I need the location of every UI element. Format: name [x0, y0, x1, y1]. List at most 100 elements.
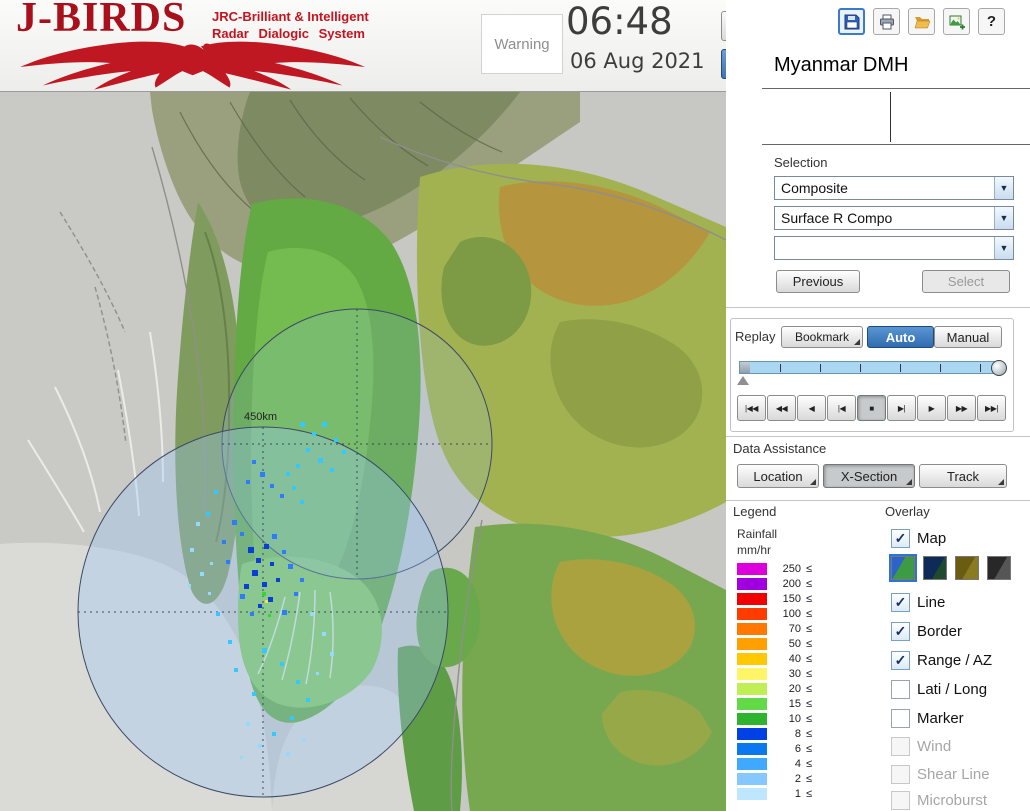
legend-row: 200 ≤: [737, 576, 812, 591]
help-icon: ?: [986, 13, 997, 30]
legend-color-swatch: [737, 757, 767, 770]
location-button[interactable]: Location: [737, 464, 819, 488]
eagle-logo-icon: [20, 41, 366, 90]
legend-value: 10: [788, 712, 801, 725]
map-checkbox[interactable]: ✓: [891, 528, 910, 548]
range-az-checkbox[interactable]: ✓: [891, 650, 910, 670]
legend-heading: Legend: [733, 504, 777, 519]
radar-map-canvas: 450km: [0, 92, 727, 811]
legend-suffix: ≤: [806, 772, 813, 785]
map-style-swatch-1[interactable]: [891, 556, 915, 580]
legend-row: 100 ≤: [737, 606, 812, 621]
x-section-button[interactable]: X-Section: [823, 464, 915, 488]
skip-end-button[interactable]: ▶▶|: [977, 395, 1006, 421]
overlay-heading: Overlay: [885, 504, 930, 519]
warning-box[interactable]: Warning: [481, 14, 563, 74]
legend-value: 250: [782, 562, 801, 575]
legend-color-swatch: [737, 712, 767, 725]
timeline-slider[interactable]: [739, 360, 1007, 376]
overlay-item-microburst: Microburst: [891, 790, 987, 810]
legend-value: 100: [782, 607, 801, 620]
overlay-item-label: Border: [917, 622, 963, 640]
save-button[interactable]: [838, 8, 865, 35]
legend-row: 40 ≤: [737, 651, 812, 666]
timeline-cap: [740, 362, 750, 373]
save-icon: [844, 14, 859, 29]
legend-suffix: ≤: [806, 667, 813, 680]
fast-rewind-button[interactable]: ◀◀: [767, 395, 796, 421]
legend-unit-1: Rainfall: [737, 527, 778, 541]
legend-color-swatch: [737, 592, 767, 605]
select-button[interactable]: Select: [922, 270, 1010, 293]
map-style-swatch-2[interactable]: [923, 556, 947, 580]
help-button[interactable]: ?: [978, 8, 1005, 35]
legend-color-swatch: [737, 667, 767, 680]
lati-long-checkbox[interactable]: [891, 679, 910, 699]
legend-value: 50: [788, 637, 801, 650]
composite-select[interactable]: Composite ▼: [774, 176, 1014, 200]
legend-row: 1 ≤: [737, 786, 812, 801]
timeline-tick: [780, 364, 781, 372]
skip-start-button[interactable]: |◀◀: [737, 395, 766, 421]
auto-button[interactable]: Auto: [867, 326, 934, 348]
bookmark-button[interactable]: Bookmark: [781, 326, 863, 348]
open-folder-button[interactable]: [908, 8, 935, 35]
legend-suffix: ≤: [806, 712, 813, 725]
border-checkbox[interactable]: ✓: [891, 621, 910, 641]
step-back-button[interactable]: |◀: [827, 395, 856, 421]
line-checkbox[interactable]: ✓: [891, 592, 910, 612]
step-forward-button[interactable]: ▶|: [887, 395, 916, 421]
logo-subtitle-2: Radar Dialogic System: [212, 26, 365, 41]
legend-suffix: ≤: [806, 787, 813, 800]
station-info-box[interactable]: [762, 89, 1030, 144]
legend-suffix: ≤: [806, 757, 813, 770]
previous-button[interactable]: Previous: [776, 270, 860, 293]
legend-suffix: ≤: [806, 652, 813, 665]
fast-forward-button[interactable]: ▶▶: [947, 395, 976, 421]
overlay-item-label: Range / AZ: [917, 651, 993, 669]
chevron-down-icon: ▼: [994, 177, 1013, 199]
legend-color-swatch: [737, 742, 767, 755]
overlay-item-border: ✓ Border: [891, 621, 962, 641]
divider: [762, 144, 1030, 145]
legend-color-swatch: [737, 577, 767, 590]
track-button[interactable]: Track: [919, 464, 1007, 488]
legend-value: 6: [794, 742, 801, 755]
marker-checkbox[interactable]: [891, 708, 910, 728]
legend-row: 20 ≤: [737, 681, 812, 696]
selection-heading: Selection: [774, 155, 828, 170]
product-select[interactable]: Surface R Compo ▼: [774, 206, 1014, 230]
play-reverse-button[interactable]: ◀: [797, 395, 826, 421]
legend-color-swatch: [737, 607, 767, 620]
shear-line-checkbox: [891, 764, 910, 784]
map-style-swatch-4[interactable]: [987, 556, 1011, 580]
legend-color-swatch: [737, 637, 767, 650]
chevron-down-icon: ▼: [994, 237, 1013, 259]
stop-button[interactable]: ■: [857, 395, 886, 421]
timeline-tick: [860, 364, 861, 372]
divider: [726, 307, 1030, 308]
legend-color-swatch: [737, 787, 767, 800]
overlay-item-label: Map: [917, 529, 947, 547]
overlay-item-label: Microburst: [917, 791, 988, 809]
manual-button[interactable]: Manual: [934, 326, 1002, 348]
print-button[interactable]: [873, 8, 900, 35]
timeline-thumb[interactable]: [991, 360, 1007, 376]
option-select[interactable]: ▼: [774, 236, 1014, 260]
export-image-icon: [949, 15, 965, 29]
legend-color-swatch: [737, 682, 767, 695]
overlay-item-wind: Wind: [891, 736, 951, 756]
timeline-tick: [900, 364, 901, 372]
data-assistance-heading: Data Assistance: [733, 441, 827, 456]
map-style-swatch-3[interactable]: [955, 556, 979, 580]
export-image-button[interactable]: [943, 8, 970, 35]
timeline-position-marker: [737, 376, 749, 385]
play-button[interactable]: ▶: [917, 395, 946, 421]
legend-color-swatch: [737, 652, 767, 665]
divider: [726, 500, 1030, 501]
jbirds-window: J-BIRDS JRC-Brilliant & Intelligent Rada…: [0, 0, 1030, 811]
radar-map[interactable]: 450km: [0, 92, 727, 811]
combo-value: Surface R Compo: [781, 210, 893, 226]
replay-group: Replay Bookmark Auto Manual |◀◀ ◀◀ ◀ |◀: [730, 318, 1014, 432]
legend-row: 250 ≤: [737, 561, 812, 576]
